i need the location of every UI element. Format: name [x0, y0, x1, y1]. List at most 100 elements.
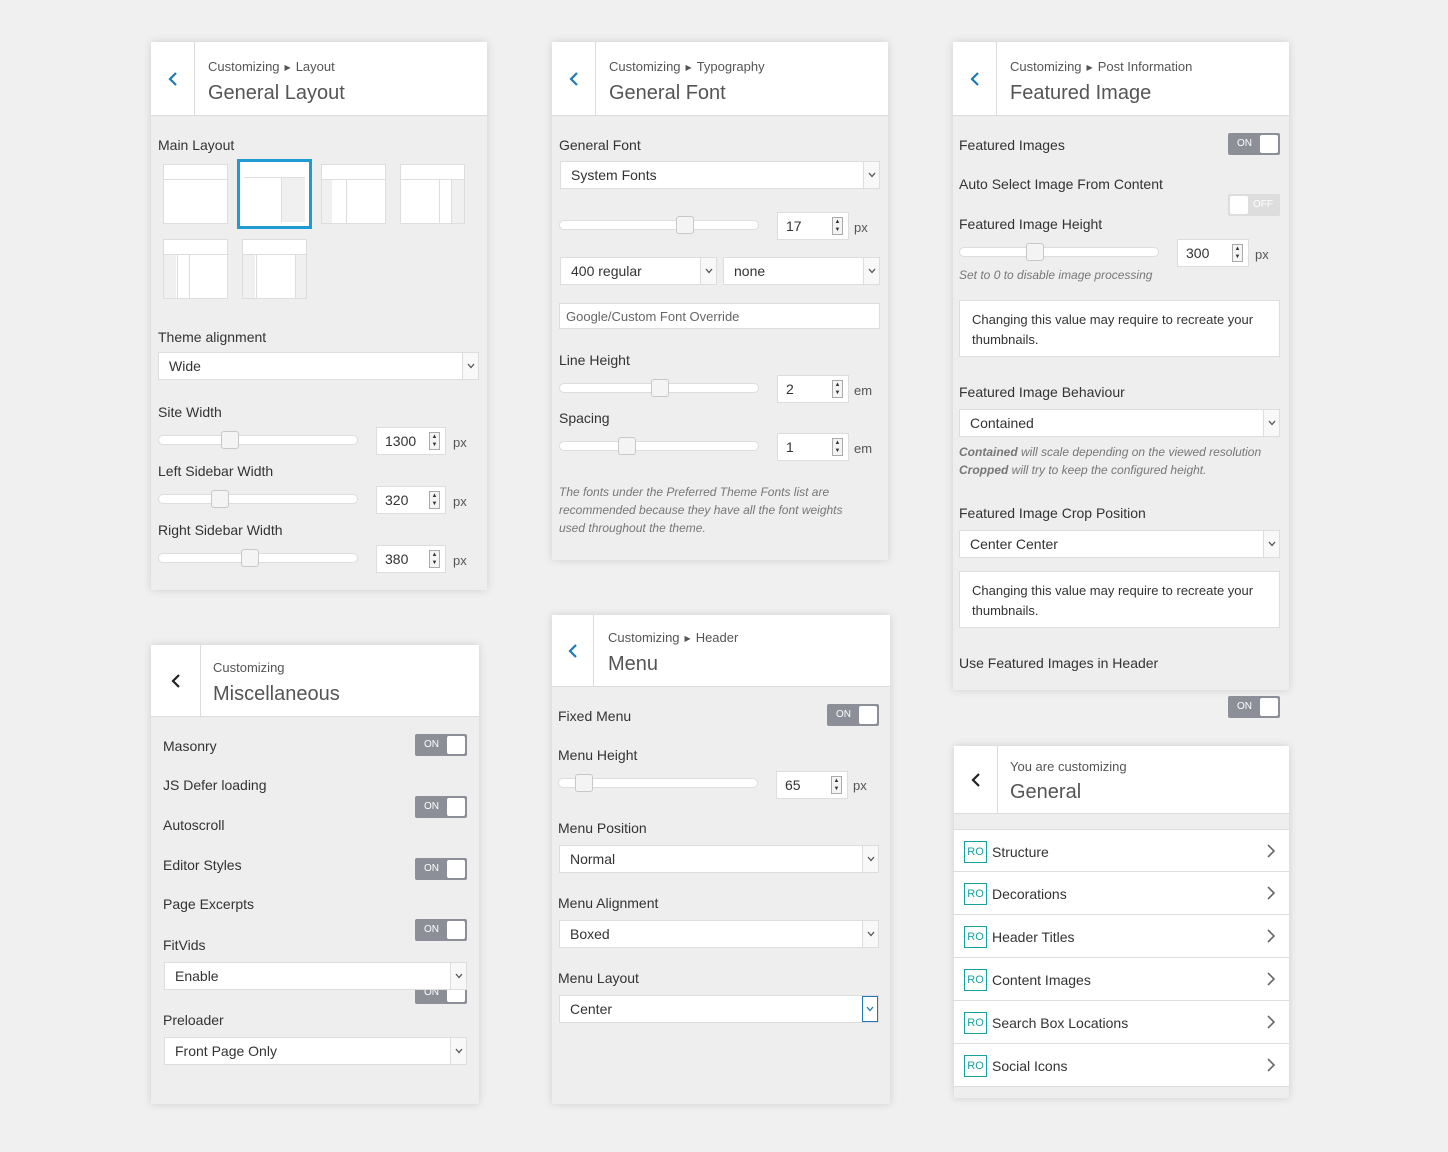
ro-badge-icon: RO [964, 1012, 987, 1034]
height-note: Set to 0 to disable image processing [959, 268, 1153, 282]
unit-label: em [854, 441, 873, 456]
spinner-icon[interactable]: ▲ ▼ [831, 776, 842, 794]
menu-item-content-images[interactable]: RO Content Images [954, 958, 1289, 1001]
font-size-input[interactable]: 17 ▲ ▼ [777, 212, 849, 240]
spinner-icon[interactable]: ▲ ▼ [832, 217, 843, 235]
menu-item-label: Content Images [992, 972, 1091, 988]
menu-item-search-box-locations[interactable]: RO Search Box Locations [954, 1001, 1289, 1044]
slider-handle[interactable] [221, 431, 239, 449]
spacing-slider[interactable] [559, 437, 759, 455]
page-title: General Layout [208, 82, 345, 104]
left-sidebar-slider[interactable] [158, 490, 358, 508]
ro-badge-icon: RO [964, 1055, 987, 1077]
theme-alignment-label: Theme alignment [158, 329, 267, 345]
layout-option-full[interactable] [163, 164, 228, 224]
behaviour-select[interactable]: Contained [959, 409, 1280, 437]
triangle-right-icon: ▶ [684, 634, 691, 643]
site-width-input[interactable]: 1300 ▲ ▼ [376, 427, 446, 455]
menu-item-decorations[interactable]: RO Decorations [954, 872, 1289, 915]
spinner-icon[interactable]: ▲ ▼ [832, 380, 843, 398]
font-weight-select[interactable]: 400 regular [560, 257, 717, 285]
spinner-icon[interactable]: ▲ ▼ [429, 491, 440, 509]
menu-height-input[interactable]: 65 ▲ ▼ [776, 771, 848, 799]
spinner-icon[interactable]: ▲ ▼ [429, 550, 440, 568]
spacing-input[interactable]: 1 ▲ ▼ [777, 433, 849, 461]
editor-styles-toggle[interactable]: ON [415, 919, 467, 941]
fitvids-label: FitVids [163, 937, 206, 953]
site-width-slider[interactable] [158, 431, 358, 449]
line-height-slider[interactable] [559, 379, 759, 397]
featured-image-panel: Customizing ▶ Post Information Featured Im… [953, 42, 1289, 718]
spinner-icon[interactable]: ▲ ▼ [1232, 244, 1243, 262]
js-defer-toggle[interactable]: ON [415, 796, 467, 818]
back-button[interactable] [151, 42, 195, 115]
font-override-input[interactable]: Google/Custom Font Override [559, 303, 880, 329]
font-size-slider[interactable] [559, 216, 759, 234]
back-button[interactable] [953, 42, 997, 115]
menu-layout-select[interactable]: Center [559, 995, 879, 1023]
recreate-notice: Changing this value may require to recre… [959, 571, 1280, 628]
menu-position-select[interactable]: Normal [559, 845, 879, 873]
preloader-select[interactable]: Front Page Only [164, 1037, 467, 1065]
chevron-right-icon [1267, 1015, 1275, 1029]
line-height-input[interactable]: 2 ▲ ▼ [777, 375, 849, 403]
chevron-down-icon [450, 1038, 466, 1064]
crop-position-select[interactable]: Center Center [959, 530, 1280, 558]
menu-height-slider[interactable] [558, 774, 758, 792]
menu-item-social-icons[interactable]: RO Social Icons [954, 1044, 1289, 1087]
right-sidebar-input[interactable]: 380 ▲ ▼ [376, 545, 446, 573]
fitvids-select[interactable]: Enable [164, 962, 467, 990]
unit-label: px [854, 220, 868, 235]
slider-handle[interactable] [618, 437, 636, 455]
text-transform-select[interactable]: none [723, 257, 880, 285]
spinner-icon[interactable]: ▲ ▼ [429, 432, 440, 450]
back-button[interactable] [151, 645, 201, 716]
autoscroll-toggle[interactable]: ON [415, 858, 467, 880]
menu-item-label: Header Titles [992, 929, 1075, 945]
slider-handle[interactable] [575, 774, 593, 792]
featured-height-input[interactable]: 300 ▲ ▼ [1177, 239, 1249, 267]
breadcrumb: Customizing ▶ Post Information [1010, 59, 1193, 74]
slider-handle[interactable] [211, 490, 229, 508]
triangle-right-icon: ▶ [1086, 63, 1093, 72]
site-width-label: Site Width [158, 404, 222, 420]
back-button[interactable] [552, 615, 594, 686]
menu-height-label: Menu Height [558, 747, 638, 763]
left-sidebar-input[interactable]: 320 ▲ ▼ [376, 486, 446, 514]
triangle-right-icon: ▶ [685, 63, 692, 72]
layout-option-two-left[interactable] [163, 239, 228, 299]
use-in-header-toggle[interactable]: ON [1228, 696, 1280, 718]
spinner-icon[interactable]: ▲ ▼ [832, 438, 843, 456]
chevron-down-icon [862, 846, 878, 872]
menu-item-header-titles[interactable]: RO Header Titles [954, 915, 1289, 958]
menu-item-structure[interactable]: RO Structure [954, 829, 1289, 872]
page-title: Menu [608, 653, 659, 675]
font-family-select[interactable]: System Fonts [560, 161, 880, 189]
slider-handle[interactable] [1026, 243, 1044, 261]
slider-handle[interactable] [651, 379, 669, 397]
layout-option-two-right[interactable] [400, 164, 465, 224]
crop-position-label: Featured Image Crop Position [959, 505, 1146, 521]
fixed-menu-toggle[interactable]: ON [827, 704, 879, 726]
line-height-label: Line Height [559, 352, 630, 368]
back-button[interactable] [552, 42, 596, 115]
panel-header: Customizing ▶ Post Information Featured Im… [953, 42, 1289, 116]
menu-layout-label: Menu Layout [558, 970, 639, 986]
back-button[interactable] [954, 746, 998, 813]
typography-panel: Customizing ▶ Typography General Font Gene… [552, 42, 888, 560]
layout-option-right-sidebar[interactable] [237, 159, 312, 229]
layout-option-left-sidebar[interactable] [321, 164, 386, 224]
slider-handle[interactable] [241, 549, 259, 567]
menu-alignment-select[interactable]: Boxed [559, 920, 879, 948]
behaviour-note: Contained will scale depending on the vi… [959, 445, 1262, 477]
theme-alignment-select[interactable]: Wide [158, 352, 479, 380]
autoscroll-label: Autoscroll [163, 817, 225, 833]
masonry-toggle[interactable]: ON [415, 734, 467, 756]
slider-handle[interactable] [676, 216, 694, 234]
featured-height-slider[interactable] [959, 243, 1159, 261]
left-sidebar-label: Left Sidebar Width [158, 463, 274, 479]
layout-option-both-sidebars[interactable] [242, 239, 307, 299]
featured-images-toggle[interactable]: ON [1228, 133, 1280, 155]
auto-select-toggle[interactable]: OFF [1228, 194, 1280, 216]
right-sidebar-slider[interactable] [158, 549, 358, 567]
